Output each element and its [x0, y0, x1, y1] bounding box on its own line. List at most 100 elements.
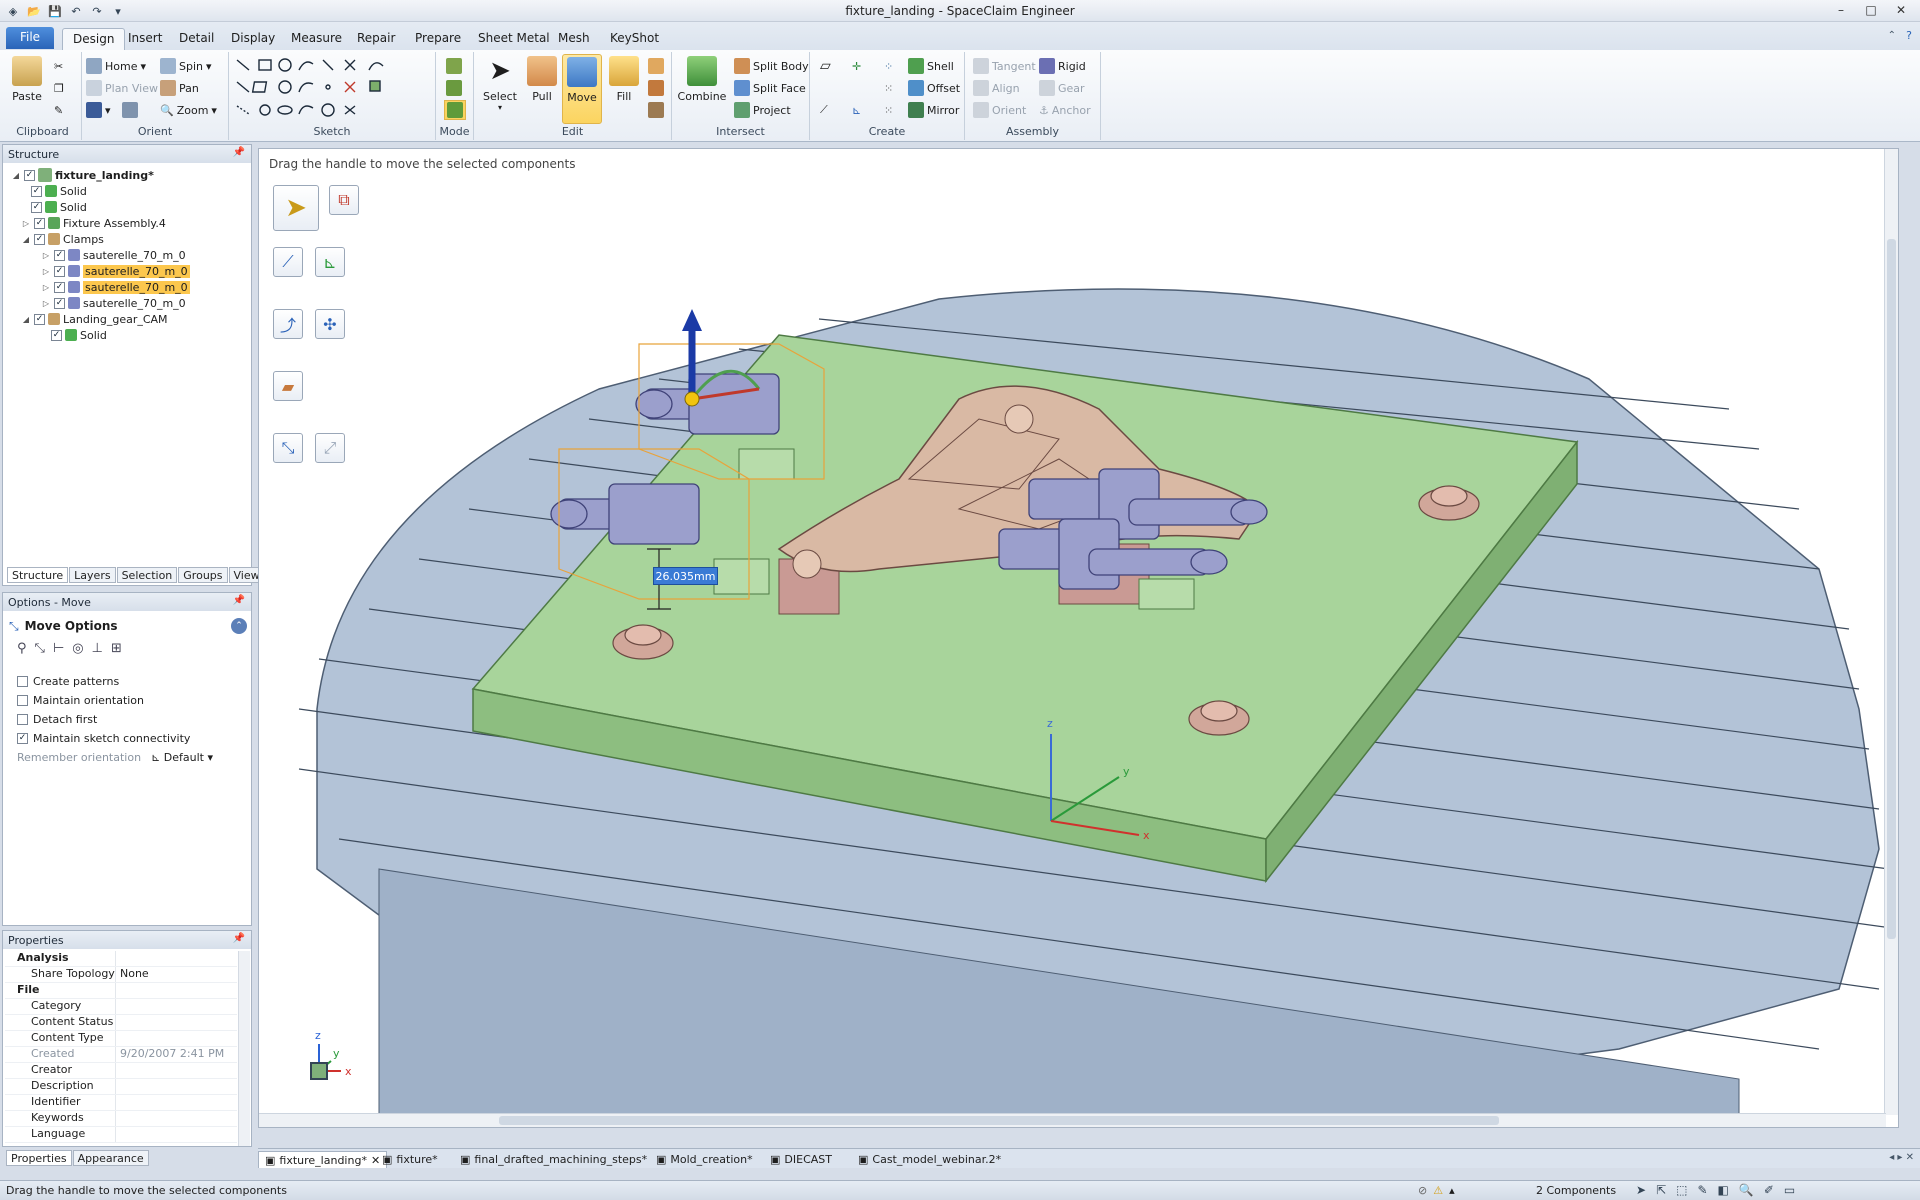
create-patterns-option[interactable]: Create patterns: [17, 675, 119, 688]
maintain-sketch-connectivity-checkbox[interactable]: ✓: [17, 733, 28, 744]
expand-icon[interactable]: ▷: [41, 251, 51, 260]
visibility-checkbox[interactable]: ✓: [54, 281, 65, 293]
along-trajectory-tool[interactable]: ⟋: [273, 247, 303, 277]
selection-filter-icon[interactable]: ➤: [1636, 1183, 1646, 1197]
pan-button[interactable]: Pan: [160, 78, 199, 98]
tab-sheet-metal[interactable]: Sheet Metal: [468, 28, 560, 50]
property-row-content-status[interactable]: Content Status: [5, 1015, 237, 1031]
detach-first-option[interactable]: Detach first: [17, 713, 97, 726]
zoom-icon[interactable]: 🔍: [1739, 1183, 1754, 1197]
undo-icon[interactable]: ↶: [67, 2, 85, 20]
axis-button[interactable]: ⟋: [820, 100, 828, 120]
edit-extra-3[interactable]: [648, 100, 664, 120]
combine-button[interactable]: Combine: [676, 54, 728, 103]
move-button[interactable]: Move: [562, 54, 602, 124]
render-icon[interactable]: ◧: [1718, 1183, 1729, 1197]
coordinate-system-button[interactable]: ⊾: [852, 100, 861, 120]
up-to-tool[interactable]: ⤴: [273, 309, 303, 339]
3d-mode-button[interactable]: [444, 100, 466, 120]
collapse-ribbon-icon[interactable]: ⌃: [1888, 30, 1896, 41]
section-mode-button[interactable]: [446, 78, 462, 98]
visibility-checkbox[interactable]: ✓: [54, 297, 65, 309]
collapse-icon[interactable]: ◢: [21, 235, 31, 244]
pivot-tool[interactable]: ⊾: [315, 247, 345, 277]
zoom-button[interactable]: 🔍 Zoom ▾: [160, 100, 217, 120]
property-row-creator[interactable]: Creator: [5, 1063, 237, 1079]
close-button[interactable]: ✕: [1886, 1, 1916, 19]
maintain-orientation-checkbox[interactable]: [17, 695, 28, 706]
doc-tab-fixture-landing[interactable]: ▣ fixture_landing* ✕: [258, 1151, 388, 1168]
tree-item-clamp-selected[interactable]: ▷ ✓ sauterelle_70_m_0: [41, 279, 190, 295]
warning-icon[interactable]: ⚠: [1433, 1184, 1443, 1197]
layers-view-button[interactable]: [122, 100, 138, 120]
doc-tab-final-drafted[interactable]: ▣ final_drafted_machining_steps*: [454, 1151, 653, 1168]
horizontal-scroll-thumb[interactable]: [499, 1116, 1499, 1125]
select-tool-button[interactable]: ➤: [273, 185, 319, 231]
tab-repair[interactable]: Repair: [347, 28, 405, 50]
doc-tab-mold-creation[interactable]: ▣ Mold_creation*: [650, 1151, 759, 1168]
property-row-created[interactable]: Created 9/20/2007 2:41 PM: [5, 1047, 237, 1063]
paste-button[interactable]: Paste: [7, 54, 47, 103]
tree-item-solid[interactable]: ✓ Solid: [51, 327, 107, 343]
sketch-tools-grid[interactable]: [233, 56, 433, 124]
tab-groups[interactable]: Groups: [178, 567, 228, 583]
property-row-analysis[interactable]: Analysis: [5, 951, 237, 967]
display-toggle-icon[interactable]: ▭: [1784, 1183, 1795, 1197]
tab-keyshot[interactable]: KeyShot: [600, 28, 669, 50]
cut-button[interactable]: ✂: [54, 56, 63, 76]
orient-button[interactable]: Orient: [973, 100, 1026, 120]
open-icon[interactable]: 📂: [25, 2, 43, 20]
visibility-checkbox[interactable]: ✓: [51, 329, 62, 341]
doc-tab-fixture[interactable]: ▣ fixture*: [376, 1151, 444, 1168]
tab-display[interactable]: Display: [221, 28, 285, 50]
expand-icon[interactable]: ▷: [21, 219, 31, 228]
property-row-file[interactable]: File: [5, 983, 237, 999]
box-select-icon[interactable]: ⬚: [1676, 1183, 1687, 1197]
tab-selection[interactable]: Selection: [116, 567, 178, 583]
circular-pattern-button[interactable]: ⁙: [884, 100, 893, 120]
maximize-button[interactable]: □: [1856, 1, 1886, 19]
ruler-icon[interactable]: ⊢: [53, 641, 64, 656]
sketch-pen-icon[interactable]: ✎: [1697, 1183, 1707, 1197]
tree-item-fixture-assembly[interactable]: ▷ ✓ Fixture Assembly.4: [21, 215, 166, 231]
tab-layers[interactable]: Layers: [69, 567, 116, 583]
anchor-button[interactable]: ⚓ Anchor: [1039, 100, 1091, 120]
expand-icon[interactable]: ▷: [41, 283, 51, 292]
collapse-icon[interactable]: ◢: [21, 315, 31, 324]
offset-button[interactable]: Offset: [908, 78, 960, 98]
doc-tab-diecast[interactable]: ▣ DIECAST: [764, 1151, 838, 1168]
visibility-checkbox[interactable]: ✓: [24, 169, 35, 181]
status-dropdown-icon[interactable]: ▴: [1449, 1184, 1455, 1197]
visibility-checkbox[interactable]: ✓: [34, 313, 45, 325]
ruler-tool[interactable]: ✣: [315, 309, 345, 339]
tab-structure[interactable]: Structure: [7, 567, 69, 583]
align-button[interactable]: Align: [973, 78, 1020, 98]
3d-viewport[interactable]: Drag the handle to move the selected com…: [258, 148, 1899, 1128]
tab-insert[interactable]: Insert: [118, 28, 172, 50]
select-mode-icon[interactable]: ⇱: [1656, 1183, 1666, 1197]
pin-icon[interactable]: 📌: [233, 595, 245, 606]
tab-file[interactable]: File: [6, 27, 54, 49]
minimize-button[interactable]: –: [1826, 1, 1856, 19]
split-body-button[interactable]: Split Body: [734, 56, 809, 76]
tree-item-clamp-selected[interactable]: ▷ ✓ sauterelle_70_m_0: [41, 263, 190, 279]
gear-button[interactable]: Gear: [1039, 78, 1085, 98]
project-button[interactable]: Project: [734, 100, 791, 120]
visibility-checkbox[interactable]: ✓: [31, 185, 42, 197]
pivot-icon[interactable]: ◎: [72, 641, 83, 656]
linear-pattern-button[interactable]: ⁙: [884, 78, 893, 98]
shell-button[interactable]: Shell: [908, 56, 954, 76]
dimension-icon[interactable]: ⊞: [111, 641, 122, 656]
rigid-button[interactable]: Rigid: [1039, 56, 1086, 76]
tab-design[interactable]: Design: [62, 28, 126, 50]
move-direction-icon[interactable]: ⤡: [35, 641, 45, 656]
sketch-mode-button[interactable]: [446, 56, 462, 76]
property-row-share-topology[interactable]: Share Topology None: [5, 967, 237, 983]
tree-item-root[interactable]: ◢ ✓ fixture_landing*: [11, 167, 154, 183]
viewport-horizontal-scrollbar[interactable]: [259, 1113, 1886, 1127]
visibility-checkbox[interactable]: ✓: [34, 217, 45, 229]
dimension-input[interactable]: 26.035mm: [653, 567, 718, 585]
visibility-checkbox[interactable]: ✓: [31, 201, 42, 213]
save-icon[interactable]: 💾: [46, 2, 64, 20]
tree-item-solid[interactable]: ✓ Solid: [31, 199, 87, 215]
